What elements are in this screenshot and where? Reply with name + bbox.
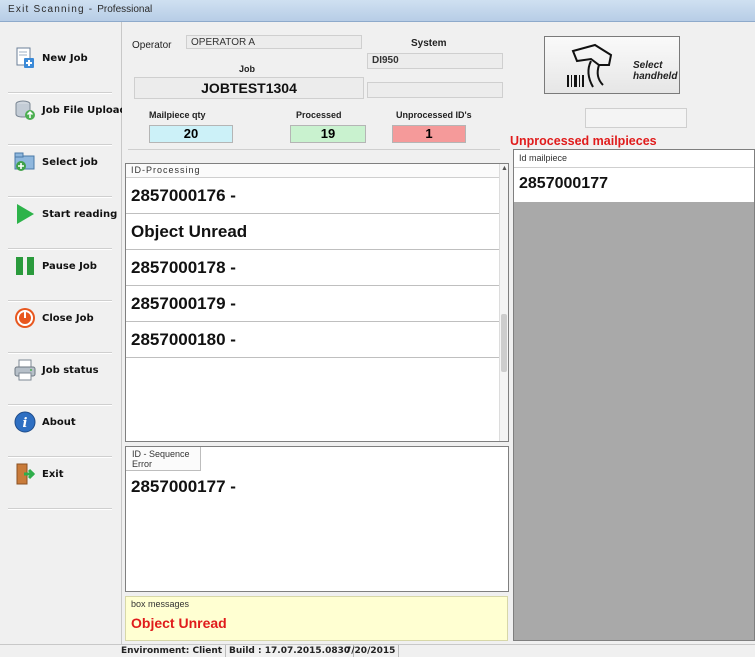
processed-label: Processed bbox=[296, 110, 342, 120]
unprocessed-ids-label: Unprocessed ID's bbox=[396, 110, 472, 120]
processing-row[interactable]: 2857000176 - bbox=[126, 178, 508, 214]
sidebar-item-label: Close Job bbox=[42, 312, 94, 324]
new-job-button[interactable]: New Job bbox=[4, 32, 118, 84]
unprocessed-row[interactable]: 2857000177 bbox=[514, 168, 754, 202]
sidebar: New Job Job File Upload Select job Start… bbox=[0, 22, 127, 644]
exit-button[interactable]: Exit bbox=[4, 448, 118, 500]
processed-value: 19 bbox=[290, 125, 366, 143]
sequence-row[interactable]: 2857000177 - bbox=[131, 477, 236, 497]
power-icon bbox=[14, 307, 36, 329]
unprocessed-column-header: Id mailpiece bbox=[514, 150, 754, 168]
id-processing-list[interactable]: ID-Processing 2857000176 - Object Unread… bbox=[125, 163, 509, 442]
sidebar-item-label: Exit bbox=[42, 468, 64, 480]
sidebar-item-label: Pause Job bbox=[42, 260, 97, 272]
window-title: Exit Scanning - bbox=[8, 4, 98, 15]
main-area: Operator OPERATOR A System DI950 Job JOB… bbox=[122, 22, 755, 644]
operator-label: Operator bbox=[132, 40, 172, 51]
mailpiece-qty-label: Mailpiece qty bbox=[149, 110, 206, 120]
job-value: JOBTEST1304 bbox=[134, 77, 364, 99]
processing-row[interactable]: Object Unread bbox=[126, 214, 508, 250]
system-extra-field bbox=[367, 82, 503, 98]
select-job-icon bbox=[14, 151, 36, 173]
job-status-button[interactable]: Job status bbox=[4, 344, 118, 396]
window-title-tail: Professional bbox=[97, 4, 153, 15]
barcode-scanner-icon bbox=[565, 43, 625, 91]
id-processing-header: ID-Processing bbox=[126, 164, 508, 178]
operator-value: OPERATOR A bbox=[186, 35, 362, 49]
id-sequence-error-list[interactable]: ID - Sequence Error 2857000177 - bbox=[125, 446, 509, 592]
system-value: DI950 bbox=[367, 53, 503, 69]
message-box-text: Object Unread bbox=[131, 615, 227, 631]
close-job-button[interactable]: Close Job bbox=[4, 292, 118, 344]
processing-row[interactable]: 2857000178 - bbox=[126, 250, 508, 286]
job-label: Job bbox=[239, 64, 256, 74]
system-label: System bbox=[411, 38, 447, 49]
message-box-header: box messages bbox=[131, 599, 190, 609]
select-handheld-label: Select handheld bbox=[633, 60, 678, 82]
start-reading-button[interactable]: Start reading bbox=[4, 188, 118, 240]
sidebar-item-label: Select job bbox=[42, 156, 98, 168]
processing-row[interactable]: 2857000180 - bbox=[126, 322, 508, 358]
divider bbox=[8, 508, 112, 509]
sidebar-item-label: About bbox=[42, 416, 76, 428]
select-job-button[interactable]: Select job bbox=[4, 136, 118, 188]
sidebar-item-label: New Job bbox=[42, 52, 88, 64]
processing-row[interactable]: 2857000179 - bbox=[126, 286, 508, 322]
id-sequence-error-header: ID - Sequence Error bbox=[126, 447, 201, 471]
info-icon: i bbox=[14, 411, 36, 433]
unprocessed-ids-value: 1 bbox=[392, 125, 466, 143]
scroll-up-arrow-icon[interactable]: ▲ bbox=[501, 165, 508, 172]
sidebar-item-label: Start reading bbox=[42, 208, 118, 220]
unprocessed-title: Unprocessed mailpieces bbox=[510, 134, 657, 148]
pause-icon bbox=[14, 255, 36, 277]
about-button[interactable]: i About bbox=[4, 396, 118, 448]
select-handheld-button[interactable]: Select handheld bbox=[544, 36, 680, 94]
mailpiece-qty-value: 20 bbox=[149, 125, 233, 143]
status-build: Build : 17.07.2015.0830 bbox=[226, 645, 355, 657]
unprocessed-list[interactable]: Id mailpiece 2857000177 bbox=[513, 149, 755, 641]
new-job-icon bbox=[14, 47, 36, 69]
window-title-bar: Exit Scanning - Professional bbox=[0, 0, 755, 22]
status-bar: Environment: Client Build : 17.07.2015.0… bbox=[0, 644, 755, 657]
svg-text:i: i bbox=[23, 416, 28, 431]
status-date: 7/20/2015 bbox=[342, 645, 400, 657]
processing-scrollbar[interactable]: ▲ bbox=[499, 164, 508, 441]
pause-job-button[interactable]: Pause Job bbox=[4, 240, 118, 292]
exit-door-icon bbox=[14, 463, 36, 485]
handheld-status-field bbox=[585, 108, 687, 128]
sidebar-item-label: Job status bbox=[42, 364, 99, 376]
database-upload-icon bbox=[14, 99, 36, 121]
play-icon bbox=[14, 203, 36, 225]
scroll-thumb[interactable] bbox=[501, 314, 507, 372]
job-file-upload-button[interactable]: Job File Upload bbox=[4, 84, 127, 136]
printer-icon bbox=[14, 359, 36, 381]
message-box: box messages Object Unread bbox=[125, 596, 508, 641]
sidebar-item-label: Job File Upload bbox=[42, 104, 127, 116]
status-environment: Environment: Client bbox=[118, 645, 227, 657]
header-divider bbox=[128, 149, 500, 150]
